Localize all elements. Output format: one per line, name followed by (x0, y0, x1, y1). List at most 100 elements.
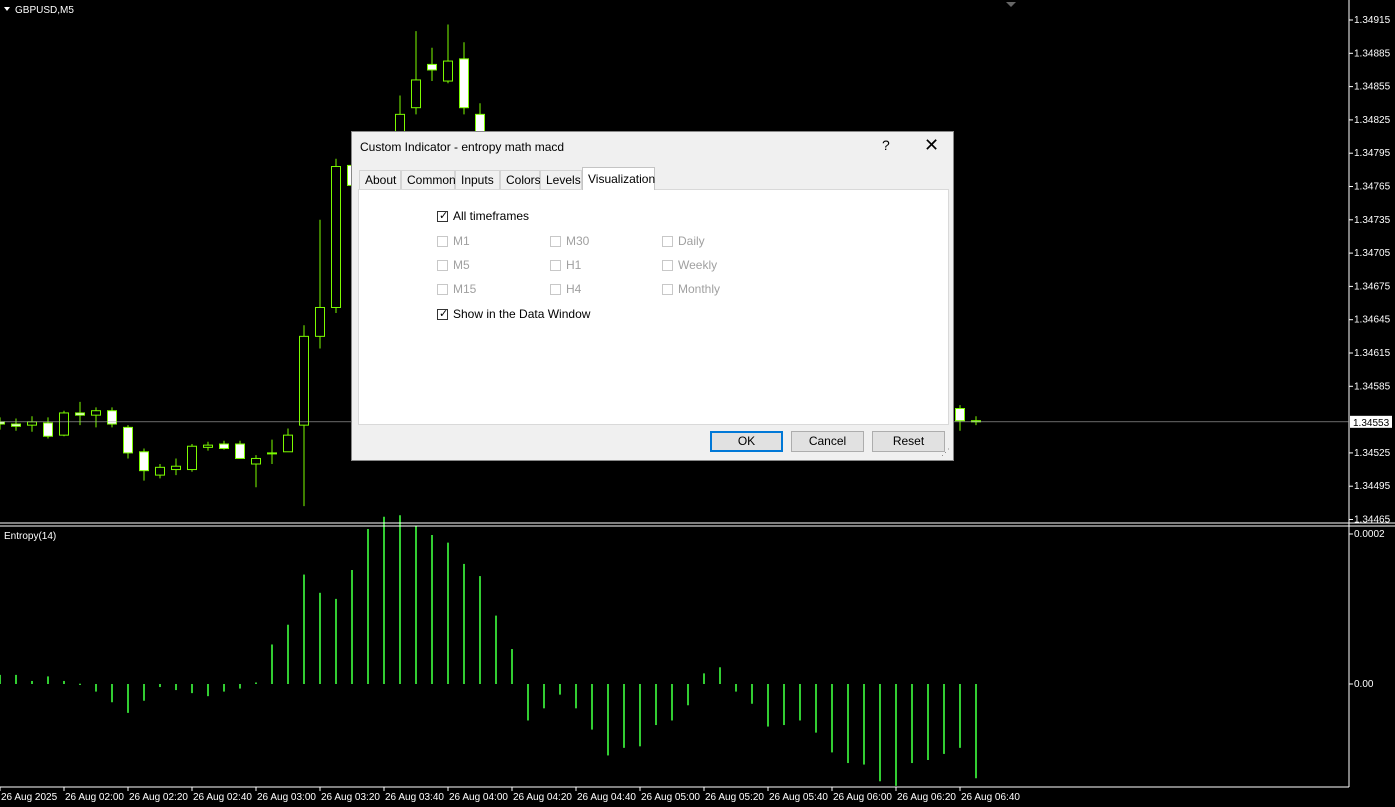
checkbox-box (662, 259, 673, 271)
checkbox-box (437, 259, 448, 271)
checkmark-icon: ✓ (439, 209, 449, 222)
timeframe-h4-checkbox[interactable]: H4 (550, 282, 581, 296)
tab-about[interactable]: About (359, 170, 401, 189)
price-tick-label: 1.34735 (1354, 215, 1391, 226)
price-tick-label: 1.34675 (1354, 281, 1391, 292)
help-button[interactable]: ? (882, 137, 890, 153)
checkbox-box (550, 283, 561, 295)
close-icon[interactable]: ✕ (924, 135, 939, 155)
time-tick-label: 26 Aug 03:20 (321, 792, 380, 803)
all-timeframes-checkbox[interactable]: ✓ All timeframes (437, 209, 529, 223)
candle-body (11, 423, 21, 427)
resize-grip-icon[interactable]: ⋰ (941, 447, 950, 458)
checkbox-label: M15 (453, 282, 477, 296)
candle-body (27, 421, 37, 426)
checkbox-label: Show in the Data Window (453, 307, 591, 321)
checkbox-box (550, 235, 561, 247)
candle-body (411, 79, 421, 109)
time-tick-label: 26 Aug 02:20 (129, 792, 188, 803)
candle-body (955, 408, 965, 422)
candle-body (43, 422, 53, 437)
checkbox-box: ✓ (437, 307, 449, 320)
candle-body (59, 412, 69, 436)
tab-common[interactable]: Common (401, 170, 456, 189)
timeframe-daily-checkbox[interactable]: Daily (662, 234, 705, 248)
time-tick-label: 26 Aug 06:00 (833, 792, 892, 803)
time-tick-label: 26 Aug 04:40 (577, 792, 636, 803)
candle-body (443, 60, 453, 82)
price-tick-label: 1.34465 (1354, 515, 1391, 526)
timeframe-weekly-checkbox[interactable]: Weekly (662, 258, 717, 272)
candle-body (459, 58, 469, 109)
checkbox-label: H4 (566, 282, 582, 296)
checkbox-box (662, 235, 673, 247)
checkbox-box (550, 259, 561, 271)
checkmark-icon: ✓ (439, 307, 449, 320)
candle-body (331, 166, 341, 308)
price-tick-label: 1.34915 (1354, 15, 1391, 26)
time-tick-label: 26 Aug 04:00 (449, 792, 508, 803)
show-data-window-checkbox[interactable]: ✓ Show in the Data Window (437, 307, 590, 321)
checkbox-label: H1 (566, 258, 582, 272)
checkbox-box: ✓ (437, 209, 449, 222)
timeframe-m15-checkbox[interactable]: M15 (437, 282, 476, 296)
cancel-button[interactable]: Cancel (791, 431, 864, 452)
candle-body (235, 443, 245, 459)
indicator-label: Entropy(14) (4, 531, 56, 542)
candle-body (75, 412, 85, 416)
time-tick-label: 26 Aug 03:40 (385, 792, 444, 803)
price-tick-label: 1.34495 (1354, 481, 1391, 492)
candle-body (283, 434, 293, 453)
checkbox-label: M30 (566, 234, 590, 248)
reset-button[interactable]: Reset (872, 431, 945, 452)
price-tick-label: 1.34765 (1354, 182, 1391, 193)
price-tick-label: 1.34825 (1354, 115, 1391, 126)
candle-body (219, 443, 229, 449)
symbol-dropdown-icon[interactable] (4, 7, 10, 11)
candle-body (91, 410, 101, 416)
timeframe-monthly-checkbox[interactable]: Monthly (662, 282, 720, 296)
price-tick-label: 1.34585 (1354, 381, 1391, 392)
custom-indicator-dialog: Custom Indicator - entropy math macd ? ✕… (351, 131, 954, 461)
price-tick-label: 1.34705 (1354, 248, 1391, 259)
tab-inputs[interactable]: Inputs (455, 170, 500, 189)
timeframe-m1-checkbox[interactable]: M1 (437, 234, 470, 248)
tab-levels[interactable]: Levels (540, 170, 582, 189)
checkbox-label: Weekly (678, 258, 718, 272)
current-price-label: 1.34553 (1353, 418, 1390, 429)
candle-body (155, 466, 165, 476)
candle-body (251, 457, 261, 465)
candle-body (315, 306, 325, 337)
candle-body (0, 421, 5, 425)
tab-colors[interactable]: Colors (500, 170, 541, 189)
price-tick-label: 1.34795 (1354, 148, 1391, 159)
candle-body (427, 63, 437, 71)
checkbox-label: Daily (678, 234, 705, 248)
checkbox-box (662, 283, 673, 295)
checkbox-box (437, 283, 448, 295)
tab-visualization[interactable]: Visualization (582, 167, 655, 190)
timeframe-m30-checkbox[interactable]: M30 (550, 234, 589, 248)
price-tick-label: 1.34645 (1354, 315, 1391, 326)
timeframe-h1-checkbox[interactable]: H1 (550, 258, 581, 272)
checkbox-label: All timeframes (453, 209, 530, 223)
time-tick-label: 26 Aug 06:20 (897, 792, 956, 803)
checkbox-label: Monthly (678, 282, 721, 296)
candle-body (187, 445, 197, 471)
time-tick-label: 26 Aug 2025 (1, 792, 58, 803)
chart-shift-marker[interactable] (1006, 2, 1016, 7)
candle-body (299, 335, 309, 426)
time-tick-label: 26 Aug 06:40 (961, 792, 1020, 803)
price-tick-label: 1.34525 (1354, 448, 1391, 459)
checkbox-box (437, 235, 448, 247)
time-tick-label: 26 Aug 05:20 (705, 792, 764, 803)
candle-body (123, 426, 133, 454)
indicator-tick-label: 0.00 (1354, 679, 1374, 690)
time-tick-label: 26 Aug 05:40 (769, 792, 828, 803)
price-tick-label: 1.34885 (1354, 48, 1391, 59)
timeframe-m5-checkbox[interactable]: M5 (437, 258, 470, 272)
ok-button[interactable]: OK (710, 431, 783, 452)
price-tick-label: 1.34855 (1354, 82, 1391, 93)
candle-body (171, 465, 181, 471)
time-tick-label: 26 Aug 02:40 (193, 792, 252, 803)
